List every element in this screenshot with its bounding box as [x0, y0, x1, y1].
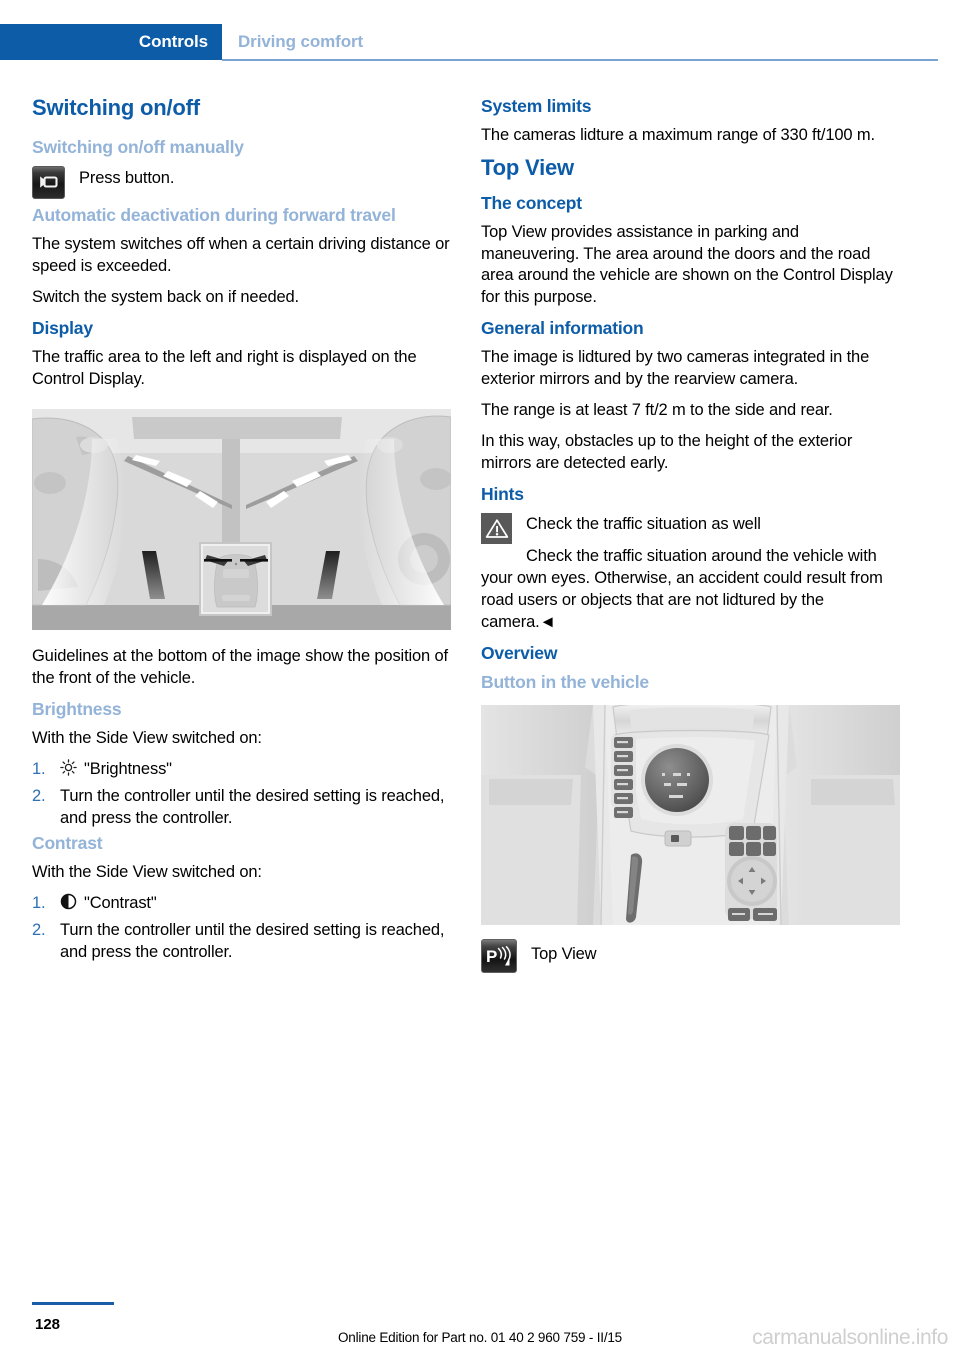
step-number: 1. — [32, 894, 46, 913]
display-paragraph-2: Guidelines at the bottom of the image sh… — [32, 647, 448, 687]
side-view-camera-display-illustration — [32, 409, 451, 630]
heading-switching-manually: Switching on/off manually — [32, 136, 244, 157]
header-chapter-tab[interactable]: Controls — [0, 24, 222, 60]
pdc-top-view-icon: P — [481, 939, 517, 974]
heading-auto-deactivation: Automatic deactivation during forward tr… — [32, 204, 396, 225]
hint-block: Check the traffic situation as well — [481, 513, 900, 544]
hint-body: Check the traffic situation around the v… — [481, 547, 883, 631]
sun-icon — [60, 759, 77, 783]
heading-contrast: Contrast — [32, 832, 103, 853]
general-paragraph-2: The range is at least 7 ft/2 m to the si… — [481, 401, 833, 420]
general-paragraph-1: The image is lidtured by two cameras int… — [481, 348, 870, 389]
list-item: 2. Turn the controller until the desired… — [32, 786, 451, 830]
heading-general-information: General information — [481, 318, 644, 339]
brightness-steps: 1. "Brightness" 2. Turn the controller u… — [32, 759, 451, 830]
general-paragraph-3: In this way, obstacles up to the height … — [481, 432, 853, 473]
pdc-caption-label: Top View — [531, 945, 597, 964]
center-console-photo — [481, 705, 900, 926]
step-text: Turn the controller until the desired se… — [60, 921, 445, 962]
header-chapter-label: Controls — [138, 32, 208, 51]
heading-button-in-the-vehicle: Button in the vehicle — [481, 671, 649, 692]
list-item: 1. "Brightness" — [32, 759, 451, 783]
step-text: Turn the controller until the desired se… — [60, 787, 445, 828]
brightness-intro: With the Side View switched on: — [32, 729, 262, 748]
press-button-row: Press button. — [32, 165, 451, 199]
step-label: "Contrast" — [84, 894, 157, 913]
left-column: Switching on/off Switching on/off manual… — [32, 95, 451, 967]
heading-system-limits: System limits — [481, 96, 592, 116]
watermark: carmanualsonline.info — [752, 1326, 948, 1349]
page-title: Switching on/off — [32, 95, 200, 120]
footer-divider — [32, 1302, 114, 1305]
contrast-intro: With the Side View switched on: — [32, 863, 262, 882]
right-column: System limits The cameras lidture a maxi… — [481, 96, 900, 979]
step-number: 2. — [32, 921, 46, 940]
heading-the-concept: The concept — [481, 192, 582, 213]
heading-display: Display — [32, 318, 93, 339]
system-limits-paragraph: The cameras lidture a maximum range of 3… — [481, 126, 875, 144]
heading-overview: Overview — [481, 642, 558, 663]
auto-deactivation-paragraph-2: Switch the system back on if needed. — [32, 288, 299, 307]
step-number: 2. — [32, 787, 46, 806]
contrast-steps: 1. "Contrast" 2. Turn the controller unt… — [32, 893, 451, 964]
list-item: 2. Turn the controller until the desired… — [32, 920, 451, 964]
header-section-label: Driving comfort — [238, 32, 364, 51]
heading-brightness: Brightness — [32, 698, 122, 719]
svg-text:P: P — [486, 947, 497, 966]
press-button-label: Press button. — [79, 168, 175, 187]
step-number: 1. — [32, 760, 46, 779]
contrast-icon — [60, 893, 77, 917]
display-paragraph-1: The traffic area to the left and right i… — [32, 348, 417, 389]
step-text: "Brightness" — [60, 759, 451, 783]
concept-paragraph: Top View provides assistance in parking … — [481, 222, 893, 307]
step-text: "Contrast" — [60, 893, 451, 917]
video-camera-button-icon — [32, 165, 65, 199]
header-section-tab[interactable]: Driving comfort — [238, 24, 363, 60]
auto-deactivation-paragraph-1: The system switches off when a certain d… — [32, 235, 450, 276]
list-item: 1. "Contrast" — [32, 893, 451, 917]
page-header: Controls Driving comfort — [0, 24, 960, 60]
header-divider — [222, 59, 938, 61]
step-label: "Brightness" — [84, 760, 172, 779]
pdc-caption-row: P Top View — [481, 939, 900, 974]
section-title-top-view: Top View — [481, 154, 574, 180]
hint-title: Check the traffic situation as well — [526, 515, 761, 533]
heading-hints: Hints — [481, 484, 524, 504]
warning-triangle-icon — [481, 513, 512, 544]
